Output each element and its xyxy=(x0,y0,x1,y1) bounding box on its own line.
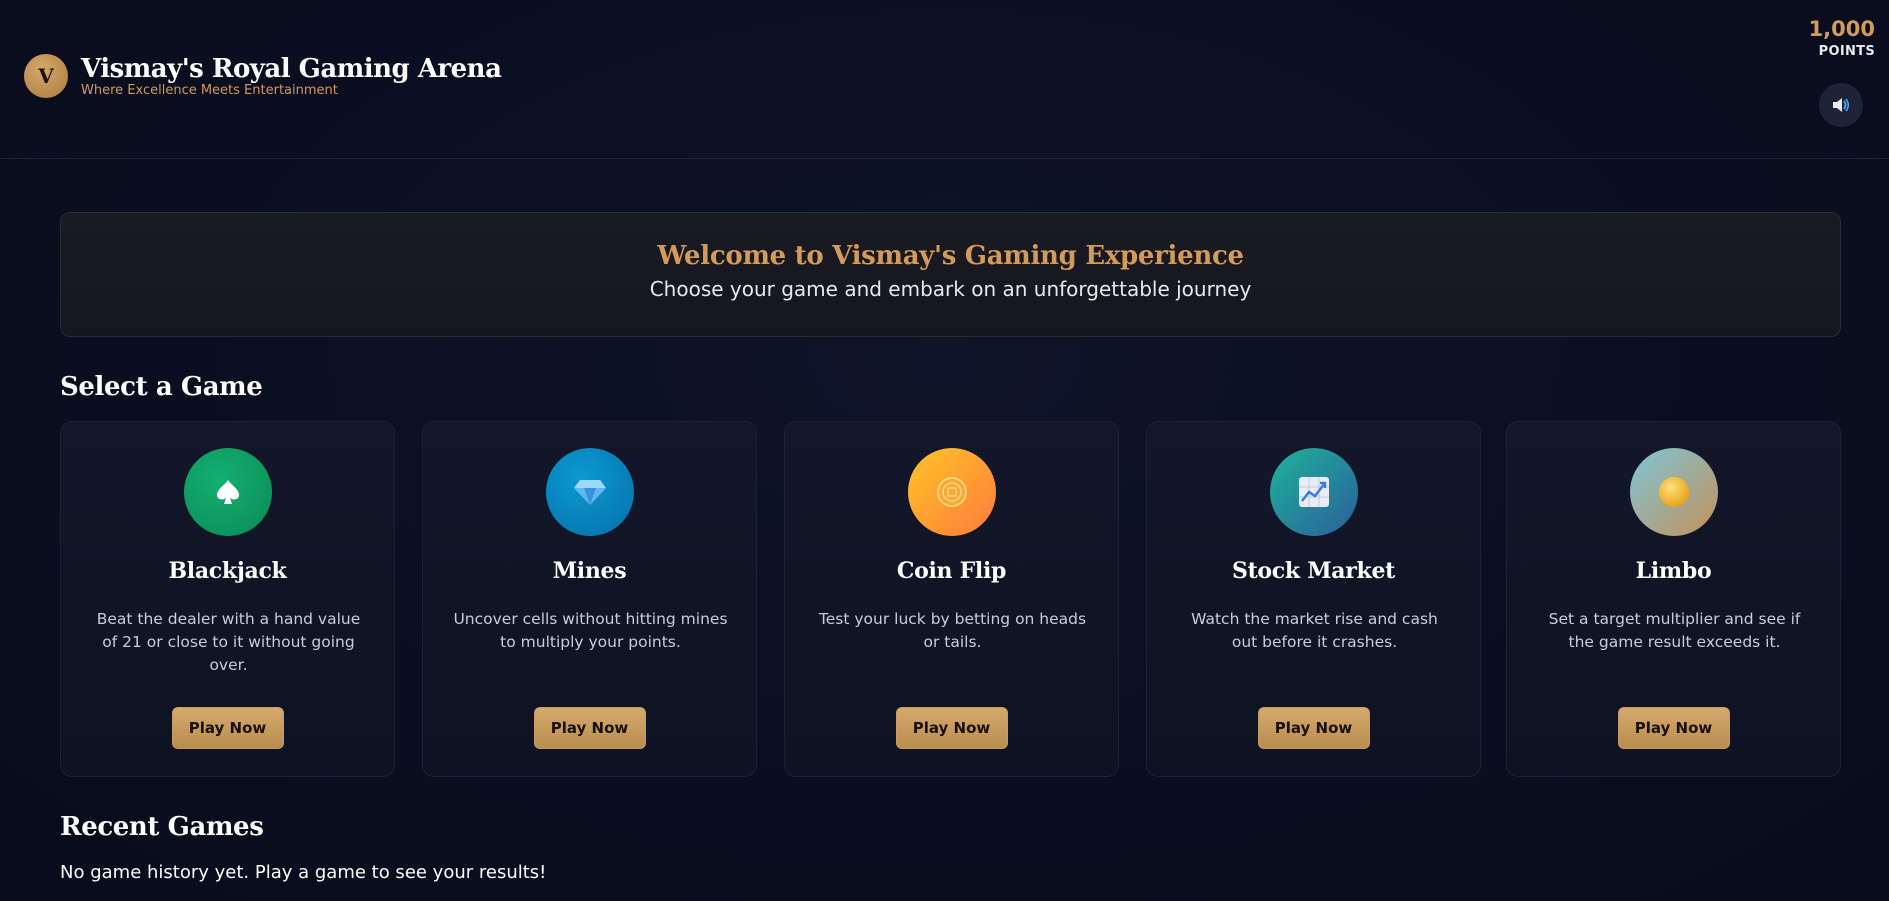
app-title: Vismay's Royal Gaming Arena xyxy=(81,54,502,84)
chart-up-icon xyxy=(1269,448,1358,536)
game-name: Blackjack xyxy=(168,558,287,584)
brand: V Vismay's Royal Gaming Arena Where Exce… xyxy=(24,54,502,98)
play-now-button-blackjack[interactable]: Play Now xyxy=(171,707,284,749)
play-now-button-limbo[interactable]: Play Now xyxy=(1617,707,1730,749)
game-name: Mines xyxy=(552,558,627,584)
recent-games-empty-message: No game history yet. Play a game to see … xyxy=(60,862,547,883)
welcome-subtitle: Choose your game and embark on an unforg… xyxy=(649,277,1252,301)
orb-icon xyxy=(1629,448,1718,536)
game-description: Beat the dealer with a hand value of 21 … xyxy=(96,610,361,674)
points-display: 1,000 POINTS xyxy=(1809,16,1875,59)
points-label: POINTS xyxy=(1818,44,1875,59)
sound-toggle-button[interactable] xyxy=(1819,83,1863,127)
game-card-coin-flip: Coin Flip Test your luck by betting on h… xyxy=(784,421,1119,777)
brand-text: Vismay's Royal Gaming Arena Where Excell… xyxy=(81,54,502,98)
play-now-button-mines[interactable]: Play Now xyxy=(533,707,646,749)
game-name: Limbo xyxy=(1635,558,1712,584)
app-subtitle: Where Excellence Meets Entertainment xyxy=(81,83,338,98)
game-card-stock-market: Stock Market Watch the market rise and c… xyxy=(1146,421,1481,777)
game-card-limbo: Limbo Set a target multiplier and see if… xyxy=(1506,421,1841,777)
game-description: Uncover cells without hitting mines to m… xyxy=(453,610,728,651)
welcome-title: Welcome to Vismay's Gaming Experience xyxy=(657,241,1244,271)
game-description: Watch the market rise and cash out befor… xyxy=(1191,610,1438,651)
app-header: V Vismay's Royal Gaming Arena Where Exce… xyxy=(0,0,1889,159)
game-name: Coin Flip xyxy=(896,558,1007,584)
game-card-blackjack: Blackjack Beat the dealer with a hand va… xyxy=(60,421,395,777)
play-now-button-stock-market[interactable]: Play Now xyxy=(1257,707,1370,749)
game-card-mines: Mines Uncover cells without hitting mine… xyxy=(422,421,757,777)
spade-icon xyxy=(183,448,272,536)
game-description: Set a target multiplier and see if the g… xyxy=(1548,610,1801,651)
logo: V xyxy=(24,54,68,98)
points-value: 1,000 xyxy=(1808,17,1875,41)
recent-games-title: Recent Games xyxy=(60,812,264,842)
game-name: Stock Market xyxy=(1231,558,1396,584)
play-now-button-coin-flip[interactable]: Play Now xyxy=(895,707,1008,749)
coin-icon xyxy=(907,448,996,536)
speaker-icon xyxy=(1833,98,1850,112)
game-description: Test your luck by betting on heads or ta… xyxy=(818,610,1087,651)
games-section-title: Select a Game xyxy=(60,372,263,402)
games-grid: Blackjack Beat the dealer with a hand va… xyxy=(60,421,1841,777)
diamond-icon xyxy=(545,448,634,536)
welcome-banner: Welcome to Vismay's Gaming Experience Ch… xyxy=(60,212,1841,337)
